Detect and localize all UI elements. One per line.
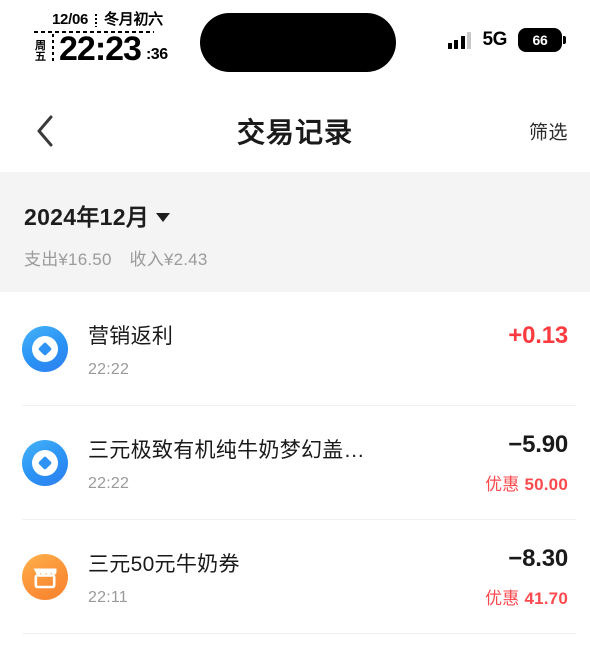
chevron-down-icon [156,212,171,222]
status-lunar-date: 冬月初六 [104,11,163,28]
transaction-time: 22:22 [88,474,130,492]
status-bar-right: 5G 66 [447,28,566,52]
chevron-left-icon [37,115,53,147]
alipay-icon [22,440,68,486]
discount-label: 优惠 [485,589,520,608]
transaction-amount-group: −5.90 优惠 50.00 [485,431,568,495]
battery-icon: 66 [518,28,566,52]
page-header: 交易记录 筛选 [0,90,590,172]
clock-date-row: 12/06 冬月初六 [34,11,163,29]
dynamic-island [200,13,396,72]
transaction-row[interactable]: 营销返利 22:22 +0.13 [0,292,590,406]
status-bar: 12/06 冬月初六 周五 22:23 :36 5G 66 [0,0,590,90]
signal-bars-icon [447,31,472,49]
transaction-list: 营销返利 22:22 +0.13 三元极致有机纯牛奶梦幻盖… 22:22 −5.… [0,292,590,634]
transaction-row[interactable]: 三元极致有机纯牛奶梦幻盖… 22:22 −5.90 优惠 50.00 [0,406,590,520]
month-selector[interactable]: 2024年12月 [24,198,171,232]
transaction-time: 22:11 [88,588,128,606]
status-time: 22:23 [59,30,142,69]
transaction-row[interactable]: 三元50元牛奶券 22:11 −8.30 优惠 41.70 [0,520,590,634]
income-total: 收入¥2.43 [129,250,208,269]
discount-value: 50.00 [524,475,568,494]
network-type-label: 5G [482,29,507,50]
transaction-amount: −5.90 [508,431,568,458]
discount-label: 优惠 [485,475,520,494]
expense-total: 支出¥16.50 [24,250,112,269]
transaction-amount: −8.30 [508,545,568,572]
transaction-title: 三元50元牛奶券 [88,552,240,576]
discount-value: 41.70 [524,589,568,608]
vertical-dotted-separator-icon [52,33,54,64]
transaction-amount-group: −8.30 优惠 41.70 [485,545,568,609]
alipay-icon [22,326,68,372]
dotted-separator-icon [95,13,98,27]
transaction-info: 三元50元牛奶券 22:11 [88,548,475,607]
transaction-discount: 优惠 50.00 [485,470,568,495]
transaction-amount-group: +0.13 [508,322,568,377]
shop-icon [22,554,68,600]
status-weekday: 周五 [35,39,46,63]
page-title: 交易记录 [236,117,353,148]
status-date: 12/06 [52,11,89,28]
back-button[interactable] [24,110,66,152]
month-totals: 支出¥16.50 收入¥2.43 [24,245,590,270]
clock-widget: 12/06 冬月初六 周五 22:23 :36 [34,11,168,69]
transaction-time: 22:22 [88,360,130,378]
transaction-amount: +0.13 [508,321,568,349]
clock-time-row: 周五 22:23 :36 [34,30,168,69]
transaction-title: 三元极致有机纯牛奶梦幻盖… [88,438,365,462]
transaction-info: 三元极致有机纯牛奶梦幻盖… 22:22 [88,434,475,493]
transaction-title: 营销返利 [88,324,174,348]
storefront-icon [33,568,57,589]
month-label: 2024年12月 [24,204,150,230]
battery-level-label: 66 [532,32,548,48]
filter-button[interactable]: 筛选 [529,118,568,145]
transaction-info: 营销返利 22:22 [88,320,498,379]
battery-tip [563,36,566,44]
month-summary-section: 2024年12月 支出¥16.50 收入¥2.43 [0,172,590,292]
status-seconds: :36 [145,45,168,63]
transaction-discount: 优惠 41.70 [485,584,568,609]
